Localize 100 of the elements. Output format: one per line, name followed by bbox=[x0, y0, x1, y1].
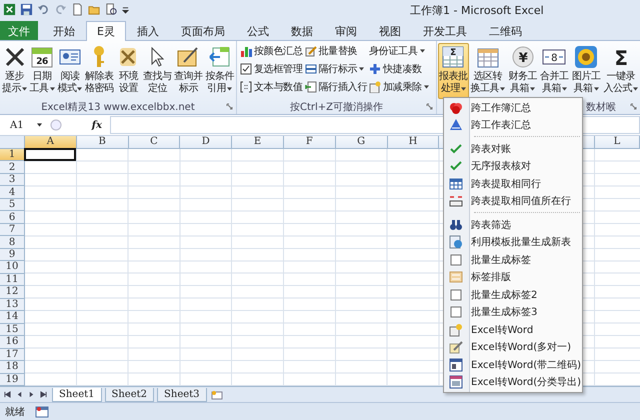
text-icon bbox=[449, 194, 463, 208]
row-header[interactable]: 14 bbox=[0, 311, 25, 324]
menu-item[interactable]: Excel转Word(多对一) bbox=[444, 338, 582, 356]
row-header[interactable]: 4 bbox=[0, 186, 25, 199]
ribbon-tab[interactable]: 审阅 bbox=[324, 21, 368, 40]
next-sheet-icon[interactable] bbox=[28, 391, 35, 398]
last-sheet-icon[interactable] bbox=[40, 391, 47, 398]
ribbon-tab[interactable]: 页面布局 bbox=[170, 21, 236, 40]
menu-item[interactable]: Excel转Word bbox=[444, 321, 582, 338]
ribbon-button[interactable]: 环境 设置 bbox=[115, 43, 142, 99]
sheet-tab[interactable]: Sheet2 bbox=[104, 388, 154, 402]
ribbon-tab[interactable]: 开始 bbox=[42, 21, 86, 40]
row-header[interactable]: 3 bbox=[0, 174, 25, 186]
ribbon-button[interactable]: Σ 一键录 入公式 bbox=[602, 43, 639, 99]
document-icon bbox=[449, 235, 463, 250]
caret-icon bbox=[227, 87, 232, 91]
row-header[interactable]: 15 bbox=[0, 324, 25, 336]
column-header[interactable]: E bbox=[232, 136, 284, 149]
row-header[interactable]: 13 bbox=[0, 298, 25, 312]
first-sheet-icon[interactable] bbox=[4, 391, 11, 398]
ribbon-button[interactable]: 按条件 引用 bbox=[204, 43, 235, 99]
ribbon-tab[interactable]: 文件 bbox=[0, 21, 38, 40]
function-button[interactable]: fx bbox=[66, 120, 106, 130]
ribbon-tab[interactable]: 公式 bbox=[236, 21, 280, 40]
ribbon-button[interactable]: 逐步 提示 bbox=[1, 43, 28, 99]
record-macro-icon[interactable] bbox=[35, 406, 49, 418]
caret-icon bbox=[594, 87, 598, 91]
column-header[interactable]: C bbox=[128, 136, 180, 149]
excel-logo-icon bbox=[3, 3, 16, 16]
row-header[interactable]: 10 bbox=[0, 261, 25, 274]
row-header[interactable]: 1 bbox=[0, 149, 25, 162]
ribbon-tab[interactable]: 数据 bbox=[280, 21, 324, 40]
menu-item[interactable]: Excel转Word(带二维码) bbox=[444, 356, 582, 374]
ribbon-tab[interactable]: E灵 bbox=[86, 21, 126, 41]
new-file-icon[interactable] bbox=[71, 3, 84, 16]
ribbon-button[interactable]: Σ 报表批 处理 bbox=[438, 43, 468, 99]
print-preview-icon[interactable] bbox=[105, 3, 118, 16]
sheet-tab[interactable]: Sheet1 bbox=[52, 388, 102, 402]
ribbon-button[interactable]: 隔行插入行 bbox=[304, 80, 368, 94]
ribbon-button[interactable]: 阅读 模式 bbox=[56, 43, 84, 99]
ribbon-button[interactable]: 图片工 具箱 bbox=[570, 43, 602, 99]
ribbon-button[interactable]: 隔行标示 bbox=[304, 62, 368, 76]
ribbon-button[interactable]: 按颜色汇总 bbox=[240, 44, 303, 58]
ribbon-button[interactable]: 加减乘除 bbox=[369, 80, 429, 94]
row-header[interactable]: 5 bbox=[0, 198, 25, 212]
active-cell[interactable] bbox=[24, 148, 76, 162]
column-header[interactable]: L bbox=[594, 136, 640, 149]
ribbon-button[interactable]: 解除表 格密码 bbox=[84, 43, 115, 99]
row-header[interactable]: 8 bbox=[0, 236, 25, 249]
sheet-tab[interactable]: Sheet3 bbox=[157, 388, 207, 402]
menu-item[interactable]: 跨表对账 bbox=[444, 140, 582, 158]
row-header[interactable]: 19 bbox=[0, 374, 25, 386]
menu-item[interactable]: 跨表筛选 bbox=[444, 216, 582, 234]
row-header[interactable]: 16 bbox=[0, 336, 25, 349]
menu-item[interactable]: 标签排版 bbox=[444, 268, 582, 286]
column-header[interactable]: H bbox=[388, 136, 440, 149]
row-header[interactable]: 17 bbox=[0, 348, 25, 362]
undo-icon[interactable] bbox=[37, 3, 50, 16]
launcher-icon[interactable] bbox=[226, 103, 233, 110]
row-header[interactable]: 12 bbox=[0, 286, 25, 299]
ribbon-button[interactable]: 查找与 定位 bbox=[142, 43, 173, 99]
caret-icon bbox=[420, 49, 425, 53]
ribbon-button[interactable]: 复选框管理 bbox=[240, 62, 303, 76]
previous-sheet-icon[interactable] bbox=[16, 391, 23, 398]
ribbon-button[interactable]: 查询并 标示 bbox=[173, 43, 204, 99]
launcher-icon[interactable] bbox=[426, 103, 433, 110]
column-header[interactable]: B bbox=[76, 136, 129, 149]
name-box[interactable]: A1 bbox=[2, 117, 46, 133]
new-sheet-icon[interactable] bbox=[210, 390, 224, 400]
row-header[interactable]: 18 bbox=[0, 361, 25, 374]
row-header[interactable]: 7 bbox=[0, 224, 25, 236]
menu-item[interactable]: 跨工作簿汇总 bbox=[444, 99, 582, 116]
menu-item[interactable]: 批量生成标签3 bbox=[444, 304, 582, 321]
ribbon-button[interactable]: 26 日期 工具 bbox=[28, 43, 56, 99]
menu-item[interactable]: 批量生成标签 bbox=[444, 251, 582, 268]
row-header[interactable]: 11 bbox=[0, 274, 25, 286]
menu-item[interactable]: Excel转Word(分类导出) bbox=[444, 374, 582, 391]
ribbon-tab[interactable]: 二维码 bbox=[478, 21, 533, 40]
menu-item[interactable]: 跨表提取相同值所在行 bbox=[444, 192, 582, 210]
column-header[interactable]: A bbox=[25, 136, 77, 149]
ribbon-button[interactable]: 批量替换 bbox=[304, 44, 368, 58]
column-header[interactable]: G bbox=[336, 136, 388, 149]
menu-item[interactable]: 利用模板批量生成新表 bbox=[444, 234, 582, 251]
ribbon-tab[interactable]: 插入 bbox=[126, 21, 170, 40]
ribbon-button[interactable]: 身份证工具 bbox=[369, 44, 429, 58]
ribbon-button[interactable]: 快捷凑数 bbox=[369, 62, 429, 76]
column-header[interactable]: F bbox=[284, 136, 336, 149]
ribbon-tab[interactable]: 视图 bbox=[368, 21, 412, 40]
ribbon-button[interactable]: 文本与数值 bbox=[240, 80, 303, 94]
menu-item[interactable]: 批量生成标签2 bbox=[444, 286, 582, 304]
menu-item[interactable]: 无序报表核对 bbox=[444, 158, 582, 175]
row-header[interactable]: 2 bbox=[0, 161, 25, 174]
column-header[interactable]: D bbox=[180, 136, 232, 149]
menu-item[interactable]: 跨工作表汇总 bbox=[444, 116, 582, 134]
save-icon[interactable] bbox=[20, 3, 33, 16]
menu-item[interactable]: 跨表提取相同行 bbox=[444, 175, 582, 192]
ribbon-tab[interactable]: 开发工具 bbox=[412, 21, 478, 40]
launcher-icon[interactable] bbox=[630, 103, 637, 110]
row-header[interactable]: 6 bbox=[0, 211, 25, 224]
row-header[interactable]: 9 bbox=[0, 248, 25, 262]
